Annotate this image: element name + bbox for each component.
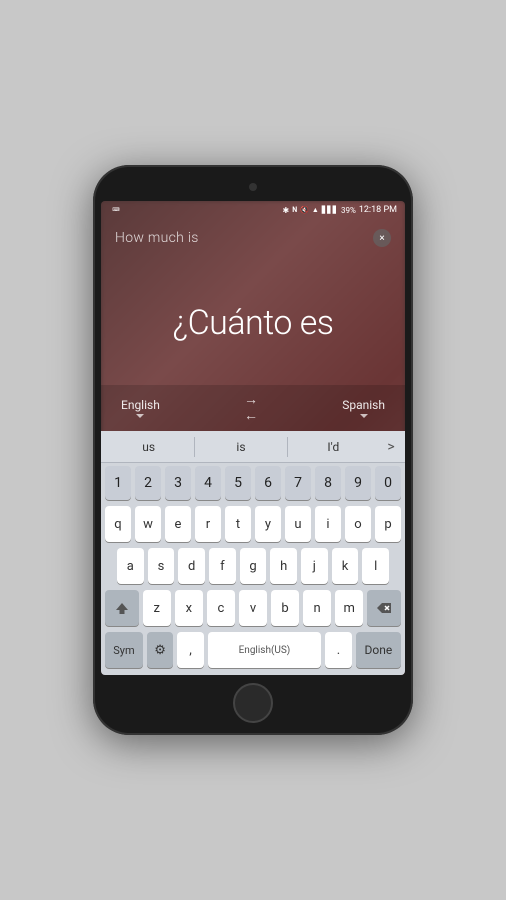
key-k[interactable]: k (332, 548, 359, 584)
key-7[interactable]: 7 (285, 466, 311, 500)
key-f[interactable]: f (209, 548, 236, 584)
key-6[interactable]: 6 (255, 466, 281, 500)
input-row: How much is × (115, 229, 391, 247)
key-q[interactable]: q (105, 506, 131, 542)
key-g[interactable]: g (240, 548, 267, 584)
asdf-key-row: a s d f g h j k l (101, 545, 405, 587)
key-n[interactable]: n (303, 590, 331, 626)
key-c[interactable]: c (207, 590, 235, 626)
key-9[interactable]: 9 (345, 466, 371, 500)
mute-icon: 🔇 (300, 206, 309, 214)
shift-key[interactable] (105, 590, 139, 626)
backspace-key[interactable] (367, 590, 401, 626)
screen-content: ⌨ ✱ N 🔇 ▲ ▋▋▋ 39% 12:18 PM How much is × (101, 201, 405, 675)
source-language-label: English (121, 398, 160, 412)
done-key[interactable]: Done (356, 632, 401, 668)
key-8[interactable]: 8 (315, 466, 341, 500)
backspace-icon (376, 602, 392, 614)
suggestion-more-button[interactable]: > (379, 439, 403, 455)
status-bar: ⌨ ✱ N 🔇 ▲ ▋▋▋ 39% 12:18 PM (101, 201, 405, 219)
wifi-icon: ▲ (312, 206, 319, 214)
key-u[interactable]: u (285, 506, 311, 542)
bluetooth-icon: ✱ (282, 206, 289, 215)
keyboard-icon: ⌨ (109, 206, 123, 214)
sym-key[interactable]: Sym (105, 632, 143, 668)
translation-area: How much is × ¿Cuánto es (101, 219, 405, 385)
qwerty-key-row: q w e r t y u i o p (101, 503, 405, 545)
key-m[interactable]: m (335, 590, 363, 626)
target-language-label: Spanish (342, 398, 385, 412)
key-t[interactable]: t (225, 506, 251, 542)
clear-button[interactable]: × (373, 229, 391, 247)
key-h[interactable]: h (270, 548, 297, 584)
suggestion-is[interactable]: is (195, 436, 286, 458)
key-a[interactable]: a (117, 548, 144, 584)
key-z[interactable]: z (143, 590, 171, 626)
key-y[interactable]: y (255, 506, 281, 542)
home-button[interactable] (233, 683, 273, 723)
nfc-icon: N (292, 206, 297, 214)
settings-icon: ⚙ (154, 643, 166, 658)
signal-icon: ▋▋▋ (322, 206, 338, 214)
source-language-button[interactable]: English (121, 398, 160, 418)
comma-key[interactable]: , (177, 632, 203, 668)
key-x[interactable]: x (175, 590, 203, 626)
time-display: 12:18 PM (359, 205, 397, 215)
key-v[interactable]: v (239, 590, 267, 626)
key-j[interactable]: j (301, 548, 328, 584)
key-5[interactable]: 5 (225, 466, 251, 500)
key-1[interactable]: 1 (105, 466, 131, 500)
key-b[interactable]: b (271, 590, 299, 626)
bottom-key-row: Sym ⚙ , English(US) . Done (101, 629, 405, 671)
key-0[interactable]: 0 (375, 466, 401, 500)
key-o[interactable]: o (345, 506, 371, 542)
suggestion-id[interactable]: I'd (288, 436, 379, 458)
settings-key[interactable]: ⚙ (147, 632, 173, 668)
target-language-dropdown-arrow (360, 414, 368, 418)
zxcv-key-row: z x c v b n m (101, 587, 405, 629)
input-text: How much is (115, 230, 199, 246)
key-l[interactable]: l (362, 548, 389, 584)
key-r[interactable]: r (195, 506, 221, 542)
left-arrow-icon: ← (244, 409, 258, 423)
source-language-dropdown-arrow (136, 414, 144, 418)
key-i[interactable]: i (315, 506, 341, 542)
key-w[interactable]: w (135, 506, 161, 542)
right-arrow-icon: → (244, 393, 258, 407)
key-s[interactable]: s (148, 548, 175, 584)
translated-text: ¿Cuánto es (115, 267, 391, 379)
status-right: ✱ N 🔇 ▲ ▋▋▋ 39% 12:18 PM (282, 205, 397, 215)
phone-top (101, 177, 405, 197)
target-language-button[interactable]: Spanish (342, 398, 385, 418)
phone-bottom (101, 683, 405, 723)
phone-screen: ⌨ ✱ N 🔇 ▲ ▋▋▋ 39% 12:18 PM How much is × (101, 201, 405, 675)
number-key-row: 1 2 3 4 5 6 7 8 9 0 (101, 463, 405, 503)
key-2[interactable]: 2 (135, 466, 161, 500)
key-e[interactable]: e (165, 506, 191, 542)
language-bar: English → ← Spanish (101, 385, 405, 431)
phone-frame: ⌨ ✱ N 🔇 ▲ ▋▋▋ 39% 12:18 PM How much is × (93, 165, 413, 735)
key-4[interactable]: 4 (195, 466, 221, 500)
camera (249, 183, 257, 191)
shift-icon (115, 601, 129, 615)
key-d[interactable]: d (178, 548, 205, 584)
suggestions-bar: us is I'd > (101, 431, 405, 463)
period-key[interactable]: . (325, 632, 351, 668)
key-3[interactable]: 3 (165, 466, 191, 500)
status-left: ⌨ (109, 206, 123, 214)
suggestion-us[interactable]: us (103, 436, 194, 458)
space-key[interactable]: English(US) (208, 632, 321, 668)
key-p[interactable]: p (375, 506, 401, 542)
battery-level: 39% (341, 206, 356, 215)
keyboard: us is I'd > 1 2 3 4 5 6 7 8 9 (101, 431, 405, 675)
swap-language-button[interactable]: → ← (244, 393, 258, 423)
